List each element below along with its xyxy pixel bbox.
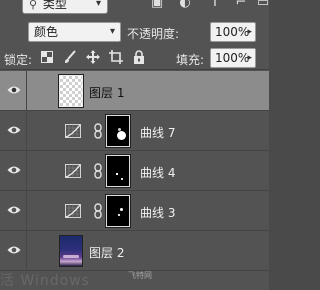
visibility-toggle[interactable] xyxy=(0,231,27,271)
adjustment-filter-icon[interactable]: ◐ xyxy=(178,0,192,10)
layer-mask-thumbnail[interactable] xyxy=(105,154,131,188)
link-chain-icon[interactable] xyxy=(94,123,102,139)
pixel-filter-icon[interactable]: ▣ xyxy=(150,0,164,10)
fill-value: 100% xyxy=(215,51,250,65)
layer-thumbnail[interactable] xyxy=(58,74,84,108)
layers-list: 图层 1 曲线 7 曲线 4 曲线 3 图层 2 xyxy=(0,71,269,290)
layer-mask-thumbnail[interactable] xyxy=(105,194,131,228)
visibility-toggle[interactable] xyxy=(0,191,27,231)
layer-row[interactable]: 图层 2 xyxy=(0,231,269,271)
source-watermark: 飞特网 xyxy=(128,271,152,280)
opacity-field[interactable]: 100% ▸ xyxy=(210,22,256,42)
layer-row[interactable]: 曲线 3 xyxy=(0,191,269,231)
eye-icon xyxy=(7,206,21,214)
layer-name[interactable]: 曲线 3 xyxy=(140,204,175,221)
chevron-right-icon: ▸ xyxy=(247,53,252,63)
move-icon[interactable] xyxy=(86,50,100,64)
link-chain-icon[interactable] xyxy=(94,203,102,219)
text-filter-icon[interactable]: T xyxy=(208,0,222,10)
kind-filter-label: 类型 xyxy=(42,0,67,11)
os-watermark: 活 Windows xyxy=(0,273,90,289)
lock-all-icon[interactable] xyxy=(132,50,146,64)
eye-icon xyxy=(7,86,21,94)
smart-filter-icon[interactable]: ▭ xyxy=(256,0,270,10)
lock-transparent-icon[interactable] xyxy=(40,50,54,64)
eye-icon xyxy=(7,126,21,134)
layer-name[interactable]: 图层 1 xyxy=(89,84,124,101)
chevron-down-icon: ▾ xyxy=(109,26,115,37)
layer-name[interactable]: 图层 2 xyxy=(89,244,124,261)
crop-icon[interactable] xyxy=(109,50,123,64)
layer-thumbnail[interactable] xyxy=(59,235,83,267)
layers-panel: ⚲ 类型 ▾ ▣ ◐ T ⌐ ▭ 颜色 ▾ 不透明度: 100% ▸ 锁定: 填… xyxy=(0,0,269,290)
layer-row[interactable]: 曲线 7 xyxy=(0,111,269,151)
lock-label: 锁定: xyxy=(4,53,33,67)
brush-icon[interactable] xyxy=(63,50,77,64)
opacity-label: 不透明度: xyxy=(127,27,180,41)
curves-adjustment-icon[interactable] xyxy=(65,204,81,218)
layer-row[interactable]: 曲线 4 xyxy=(0,151,269,191)
blend-mode-select[interactable]: 颜色 ▾ xyxy=(28,22,121,42)
blend-row: 颜色 ▾ 不透明度: 100% ▸ xyxy=(0,18,269,46)
curves-adjustment-icon[interactable] xyxy=(65,164,81,178)
curves-adjustment-icon[interactable] xyxy=(65,124,81,138)
layer-kind-filter[interactable]: ⚲ 类型 ▾ xyxy=(22,0,108,14)
filter-row: ⚲ 类型 ▾ ▣ ◐ T ⌐ ▭ xyxy=(0,0,269,16)
opacity-value: 100% xyxy=(215,25,250,39)
fill-field[interactable]: 100% ▸ xyxy=(210,48,256,68)
layer-name[interactable]: 曲线 4 xyxy=(140,164,175,181)
fill-label: 填充: xyxy=(176,53,205,67)
eye-icon xyxy=(7,246,21,254)
layer-row[interactable]: 图层 1 xyxy=(0,71,269,111)
link-chain-icon[interactable] xyxy=(94,163,102,179)
chevron-right-icon: ▸ xyxy=(247,27,252,37)
layer-name[interactable]: 曲线 7 xyxy=(140,124,175,141)
visibility-toggle[interactable] xyxy=(0,111,27,151)
blend-mode-value: 颜色 xyxy=(34,25,59,39)
layer-mask-thumbnail[interactable] xyxy=(105,114,131,148)
eye-icon xyxy=(7,166,21,174)
visibility-toggle[interactable] xyxy=(0,71,27,111)
chevron-down-icon: ▾ xyxy=(95,0,101,9)
lock-row: 锁定: 填充: 100% ▸ xyxy=(0,46,269,70)
visibility-toggle[interactable] xyxy=(0,151,27,191)
search-icon: ⚲ xyxy=(29,0,38,11)
shape-filter-icon[interactable]: ⌐ xyxy=(234,0,248,10)
